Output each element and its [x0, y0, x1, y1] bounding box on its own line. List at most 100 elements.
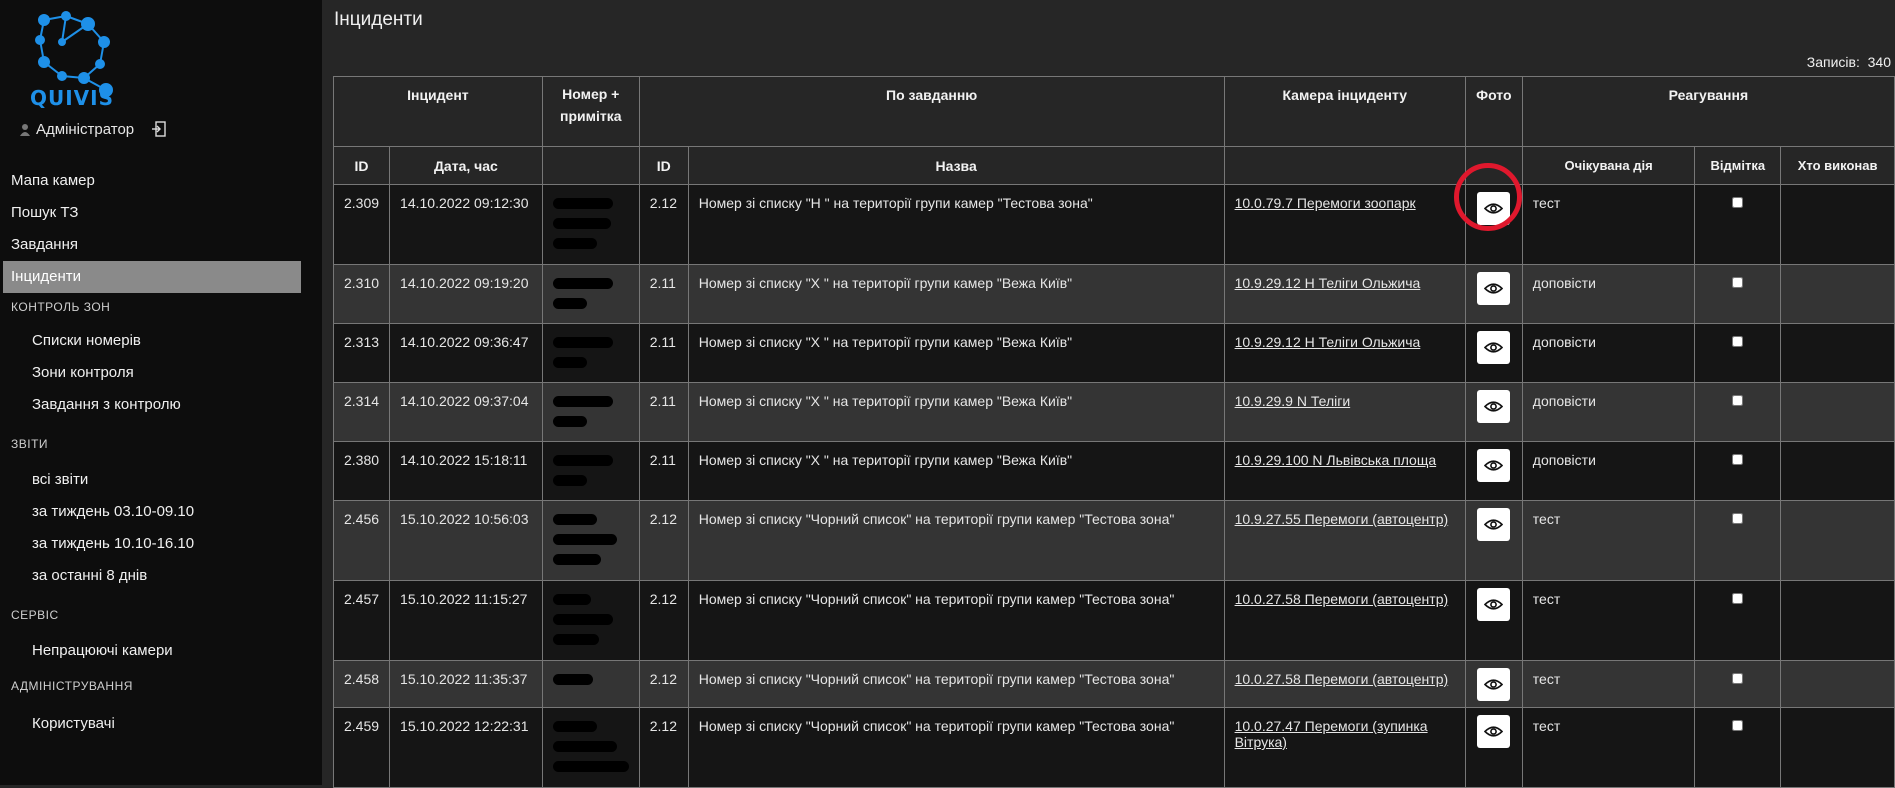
cell-expected-action: тест — [1521, 660, 1696, 708]
nav-item-last-8-days[interactable]: за останні 8 днів — [0, 560, 322, 592]
table-row: 2.458 15.10.2022 11:35:37 2.12 Номер зі … — [332, 660, 1895, 708]
redacted-plate — [552, 218, 611, 230]
camera-link[interactable]: 10.0.27.47 Перемоги (зупинка Вітрука) — [1235, 718, 1428, 750]
eye-icon — [1484, 283, 1504, 294]
cell-task-id: 2.12 — [638, 660, 689, 708]
cell-datetime: 15.10.2022 12:22:31 — [389, 707, 543, 788]
mark-checkbox[interactable] — [1732, 277, 1744, 288]
sidebar-nav: Мапа камер Пошук ТЗ Завдання Інциденти К… — [0, 165, 322, 740]
cell-task-name: Номер зі списку "Х " на території групи … — [687, 441, 1225, 501]
cell-photo — [1464, 441, 1523, 501]
cell-datetime: 14.10.2022 09:36:47 — [389, 323, 543, 383]
cell-who-done — [1780, 441, 1895, 501]
header-number-note: Номер + примітка — [541, 76, 640, 147]
cell-camera: 10.9.29.100 N Львівська площа — [1223, 441, 1466, 501]
camera-link[interactable]: 10.9.29.9 N Теліги — [1235, 393, 1351, 409]
cell-task-id: 2.12 — [638, 707, 689, 788]
cell-number-note — [541, 707, 640, 788]
nav-item-offline-cameras[interactable]: Непрацюючі камери — [0, 635, 322, 667]
view-photo-button[interactable] — [1477, 508, 1511, 541]
cell-camera: 10.9.29.9 N Теліги — [1223, 382, 1466, 442]
nav-item-incidents[interactable]: Інциденти — [3, 261, 301, 293]
cell-datetime: 15.10.2022 10:56:03 — [389, 500, 543, 581]
view-photo-button[interactable] — [1477, 272, 1511, 305]
mark-checkbox[interactable] — [1732, 513, 1744, 524]
mark-checkbox[interactable] — [1732, 720, 1744, 731]
nav-item-week-report-1[interactable]: за тиждень 03.10-09.10 — [0, 496, 322, 528]
cell-task-name: Номер зі списку "Х " на території групи … — [687, 323, 1225, 383]
redacted-plate — [552, 674, 593, 686]
cell-mark — [1694, 500, 1782, 581]
view-photo-button[interactable] — [1477, 715, 1511, 748]
cell-who-done — [1780, 707, 1895, 788]
redacted-plate — [552, 357, 587, 369]
cell-number-note — [541, 184, 640, 265]
logout-icon[interactable] — [152, 121, 166, 137]
nav-item-week-report-2[interactable]: за тиждень 10.10-16.10 — [0, 528, 322, 560]
main-content: Інциденти Записів: 340 Інцидент Номер + … — [322, 0, 1895, 788]
table-row: 2.313 14.10.2022 09:36:47 2.11 Номер зі … — [332, 323, 1895, 383]
cell-mark — [1694, 441, 1782, 501]
redacted-plate — [552, 238, 597, 250]
cell-expected-action: доповісти — [1521, 264, 1696, 324]
header-reaction: Реагування — [1521, 76, 1895, 147]
table-row: 2.310 14.10.2022 09:19:20 2.11 Номер зі … — [332, 264, 1895, 324]
cell-id: 2.380 — [332, 441, 391, 501]
mark-checkbox[interactable] — [1732, 454, 1744, 465]
nav-item-control-zones[interactable]: Зони контроля — [0, 357, 322, 389]
redacted-plate — [552, 298, 587, 310]
cell-task-id: 2.11 — [638, 323, 689, 383]
cell-task-name: Номер зі списку "Чорний список" на терит… — [687, 660, 1225, 708]
cell-camera: 10.0.79.7 Перемоги зоопарк — [1223, 184, 1466, 265]
view-photo-button[interactable] — [1477, 331, 1511, 364]
mark-checkbox[interactable] — [1732, 673, 1744, 684]
table-row: 2.314 14.10.2022 09:37:04 2.11 Номер зі … — [332, 382, 1895, 442]
nav-item-all-reports[interactable]: всі звіти — [0, 464, 322, 496]
view-photo-button[interactable] — [1477, 668, 1511, 701]
cell-expected-action: доповісти — [1521, 323, 1696, 383]
camera-link[interactable]: 10.9.29.100 N Львівська площа — [1235, 452, 1437, 468]
redacted-plate — [552, 721, 597, 733]
cell-number-note — [541, 264, 640, 324]
view-photo-button[interactable] — [1477, 449, 1511, 482]
sidebar: QUIVIS Адміністратор Мапа камер Пошук ТЗ… — [0, 0, 322, 785]
cell-photo — [1464, 580, 1523, 661]
cell-camera: 10.9.29.12 Н Теліги Ольжича — [1223, 323, 1466, 383]
user-icon — [20, 123, 30, 136]
eye-icon — [1484, 460, 1504, 471]
nav-section-administration: Адміністрування — [11, 679, 133, 693]
mark-checkbox[interactable] — [1732, 336, 1744, 347]
cell-mark — [1694, 707, 1782, 788]
table-row: 2.459 15.10.2022 12:22:31 2.12 Номер зі … — [332, 707, 1895, 788]
redacted-plate — [552, 594, 591, 606]
nav-item-vehicle-search[interactable]: Пошук ТЗ — [0, 197, 322, 229]
view-photo-button[interactable] — [1477, 390, 1511, 423]
cell-mark — [1694, 660, 1782, 708]
cell-photo — [1464, 660, 1523, 708]
cell-id: 2.314 — [332, 382, 391, 442]
cell-mark — [1694, 382, 1782, 442]
cell-id: 2.313 — [332, 323, 391, 383]
mark-checkbox[interactable] — [1732, 593, 1744, 604]
nav-item-camera-map[interactable]: Мапа камер — [0, 165, 322, 197]
redacted-plate — [552, 396, 613, 408]
nav-item-users[interactable]: Користувачі — [0, 708, 322, 740]
mark-checkbox[interactable] — [1732, 197, 1744, 208]
view-photo-button[interactable] — [1477, 588, 1511, 621]
cell-datetime: 15.10.2022 11:35:37 — [389, 660, 543, 708]
camera-link[interactable]: 10.0.79.7 Перемоги зоопарк — [1235, 195, 1416, 211]
cell-number-note — [541, 500, 640, 581]
cell-task-id: 2.11 — [638, 264, 689, 324]
camera-link[interactable]: 10.9.29.12 Н Теліги Ольжича — [1235, 275, 1421, 291]
nav-item-control-tasks[interactable]: Завдання з контролю — [0, 389, 322, 421]
subheader-task-id: ID — [638, 146, 689, 185]
camera-link[interactable]: 10.0.27.58 Перемоги (автоцентр) — [1235, 671, 1449, 687]
nav-item-tasks[interactable]: Завдання — [0, 229, 322, 261]
cell-task-name: Номер зі списку "Чорний список" на терит… — [687, 500, 1225, 581]
mark-checkbox[interactable] — [1732, 395, 1744, 406]
camera-link[interactable]: 10.9.29.12 Н Теліги Ольжича — [1235, 334, 1421, 350]
camera-link[interactable]: 10.0.27.58 Перемоги (автоцентр) — [1235, 591, 1449, 607]
redacted-plate — [552, 534, 617, 546]
nav-item-number-lists[interactable]: Списки номерів — [0, 325, 322, 357]
camera-link[interactable]: 10.9.27.55 Перемоги (автоцентр) — [1235, 511, 1449, 527]
